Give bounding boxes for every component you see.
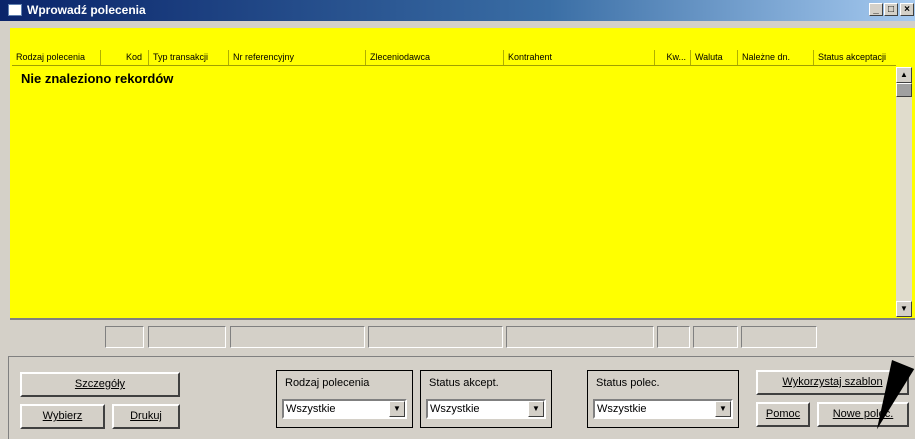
acceptance-status-label: Status akcept. (429, 377, 499, 389)
use-template-label: Wykorzystaj szablon (782, 376, 883, 388)
order-status-value: Wszystkie (597, 403, 647, 415)
col-zleceniodawca[interactable]: Zleceniodawca (366, 50, 504, 65)
minimize-icon[interactable]: _ (869, 3, 883, 16)
col-kod[interactable]: Kod (101, 50, 149, 65)
print-button-label: Drukuj (130, 410, 162, 422)
order-type-filter: Rodzaj polecenia Wszystkie ▼ (276, 370, 413, 428)
acceptance-status-filter: Status akcept. Wszystkie ▼ (420, 370, 552, 428)
chevron-down-icon[interactable]: ▼ (389, 401, 405, 417)
maximize-icon[interactable]: □ (884, 3, 898, 16)
footer-cell (105, 326, 144, 348)
empty-message: Nie znaleziono rekordów (21, 71, 174, 86)
acceptance-status-select[interactable]: Wszystkie ▼ (426, 399, 546, 419)
details-button-label: Szczegóły (74, 378, 126, 390)
footer-cell (230, 326, 365, 348)
footer-cell (148, 326, 226, 348)
app-icon (8, 4, 22, 16)
col-status-akceptacji[interactable]: Status akceptacji (814, 50, 896, 65)
print-button[interactable]: Drukuj (112, 404, 180, 429)
col-nr-referencyjny[interactable]: Nr referencyjny (229, 50, 366, 65)
footer-cell (506, 326, 654, 348)
col-typ-transakcji[interactable]: Typ transakcji (149, 50, 229, 65)
chevron-down-icon[interactable]: ▼ (528, 401, 544, 417)
grid-header: Rodzaj polecenia Kod Typ transakcji Nr r… (12, 50, 896, 66)
scroll-down-icon[interactable]: ▼ (896, 301, 912, 317)
select-button[interactable]: Wybierz (20, 404, 105, 429)
order-type-value: Wszystkie (286, 403, 336, 415)
grid-separator (10, 318, 915, 320)
footer-cell (657, 326, 690, 348)
scroll-up-icon[interactable]: ▲ (896, 67, 912, 83)
select-button-label: Wybierz (42, 410, 83, 422)
col-nalezne-dn[interactable]: Należne dn. (738, 50, 814, 65)
order-type-label: Rodzaj polecenia (285, 377, 370, 389)
chevron-down-icon[interactable]: ▼ (715, 401, 731, 417)
col-kontrahent[interactable]: Kontrahent (504, 50, 655, 65)
window-title: Wprowadź polecenia (27, 3, 146, 17)
close-icon[interactable]: × (900, 3, 914, 16)
order-status-label: Status polec. (596, 377, 660, 389)
help-button[interactable]: Pomoc (756, 402, 810, 427)
footer-cell (693, 326, 738, 348)
col-waluta[interactable]: Waluta (691, 50, 738, 65)
order-status-select[interactable]: Wszystkie ▼ (593, 399, 733, 419)
order-status-filter: Status polec. Wszystkie ▼ (587, 370, 739, 428)
col-kwota[interactable]: Kw... (655, 50, 691, 65)
details-button[interactable]: Szczegóły (20, 372, 180, 397)
footer-cell (741, 326, 817, 348)
scroll-thumb[interactable] (896, 83, 912, 97)
footer-cell (368, 326, 503, 348)
window-titlebar[interactable]: Wprowadź polecenia _ □ × (0, 0, 915, 21)
help-button-label: Pomoc (765, 408, 801, 420)
col-rodzaj-polecenia[interactable]: Rodzaj polecenia (12, 50, 101, 65)
acceptance-status-value: Wszystkie (430, 403, 480, 415)
order-type-select[interactable]: Wszystkie ▼ (282, 399, 407, 419)
vertical-scrollbar[interactable]: ▲ ▼ (896, 67, 912, 317)
